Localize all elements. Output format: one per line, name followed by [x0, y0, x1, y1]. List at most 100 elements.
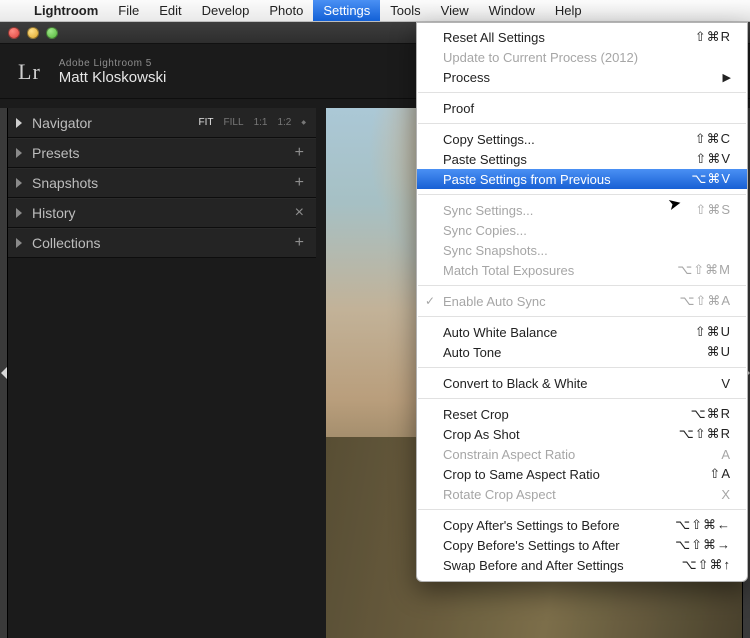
- submenu-arrow-icon: ▶: [723, 71, 731, 84]
- panel-navigator[interactable]: Navigator FITFILL1:11:2◆: [8, 108, 316, 138]
- menu-item-label: Convert to Black & White: [443, 376, 721, 391]
- menu-item-label: Copy After's Settings to Before: [443, 518, 675, 533]
- menu-item-label: Match Total Exposures: [443, 263, 677, 278]
- menu-item-swap-before-and-after-settings[interactable]: Swap Before and After Settings⌥⇧⌘↑: [417, 555, 747, 575]
- menu-item-shortcut: ⌥⇧⌘R: [679, 426, 731, 442]
- panel-action-button[interactable]: +: [293, 144, 306, 162]
- menu-item-label: Copy Settings...: [443, 132, 695, 147]
- menu-item-label: Sync Snapshots...: [443, 243, 731, 258]
- menu-item-shortcut: X: [721, 487, 731, 502]
- window-zoom-button[interactable]: [46, 27, 58, 39]
- panel-presets[interactable]: Presets+: [8, 138, 316, 168]
- menu-item-shortcut: A: [721, 447, 731, 462]
- window-traffic-lights: [8, 27, 58, 39]
- menu-item-shortcut: ⌥⌘V: [691, 171, 731, 187]
- navigator-zoom-1-2[interactable]: 1:2: [277, 117, 291, 128]
- navigator-zoom-FIT[interactable]: FIT: [199, 117, 214, 128]
- panel-collections[interactable]: Collections+: [8, 228, 316, 258]
- menu-item-label: Reset All Settings: [443, 30, 695, 45]
- menu-item-label: Swap Before and After Settings: [443, 558, 682, 573]
- menu-help[interactable]: Help: [545, 0, 592, 21]
- navigator-zoom-FILL[interactable]: FILL: [224, 117, 244, 128]
- menu-item-paste-settings-from-previous[interactable]: Paste Settings from Previous⌥⌘V: [417, 169, 747, 189]
- panel-label: Snapshots: [32, 175, 293, 191]
- menu-item-shortcut: ⌥⇧⌘↑: [682, 557, 731, 573]
- menu-edit[interactable]: Edit: [149, 0, 191, 21]
- disclosure-triangle-icon: [16, 238, 22, 248]
- left-panel-toggle[interactable]: [0, 108, 8, 638]
- panel-snapshots[interactable]: Snapshots+: [8, 168, 316, 198]
- menu-photo[interactable]: Photo: [259, 0, 313, 21]
- menu-item-match-total-exposures: Match Total Exposures⌥⇧⌘M: [417, 260, 747, 280]
- menu-separator: [418, 367, 746, 368]
- menu-item-label: Paste Settings from Previous: [443, 172, 691, 187]
- menu-item-shortcut: ⇧⌘V: [695, 151, 731, 167]
- menu-item-sync-settings: Sync Settings...⇧⌘S: [417, 200, 747, 220]
- menu-item-copy-after-s-settings-to-before[interactable]: Copy After's Settings to Before⌥⇧⌘←: [417, 515, 747, 535]
- menu-item-label: Sync Settings...: [443, 203, 695, 218]
- menu-item-label: Sync Copies...: [443, 223, 731, 238]
- disclosure-triangle-icon: [16, 148, 22, 158]
- window-close-button[interactable]: [8, 27, 20, 39]
- menu-item-auto-white-balance[interactable]: Auto White Balance⇧⌘U: [417, 322, 747, 342]
- menu-tools[interactable]: Tools: [380, 0, 430, 21]
- menu-file[interactable]: File: [108, 0, 149, 21]
- menu-item-label: Constrain Aspect Ratio: [443, 447, 721, 462]
- menu-item-label: Auto White Balance: [443, 325, 695, 340]
- menu-item-rotate-crop-aspect: Rotate Crop AspectX: [417, 484, 747, 504]
- menu-item-crop-as-shot[interactable]: Crop As Shot⌥⇧⌘R: [417, 424, 747, 444]
- menu-settings[interactable]: Settings: [313, 0, 380, 21]
- disclosure-triangle-icon: [16, 178, 22, 188]
- menu-item-shortcut: ⌘U: [707, 344, 731, 360]
- menu-item-label: Process: [443, 70, 723, 85]
- menu-item-shortcut: V: [721, 376, 731, 391]
- menu-item-label: Rotate Crop Aspect: [443, 487, 721, 502]
- mac-menubar: LightroomFileEditDevelopPhotoSettingsToo…: [0, 0, 750, 22]
- menu-item-label: Update to Current Process (2012): [443, 50, 731, 65]
- menu-item-auto-tone[interactable]: Auto Tone⌘U: [417, 342, 747, 362]
- menu-item-shortcut: ⌥⇧⌘M: [677, 262, 731, 278]
- menu-item-label: Copy Before's Settings to After: [443, 538, 675, 553]
- menu-app[interactable]: Lightroom: [24, 0, 108, 21]
- menu-item-shortcut: ⇧⌘U: [695, 324, 731, 340]
- menu-item-label: Proof: [443, 101, 731, 116]
- menu-window[interactable]: Window: [479, 0, 545, 21]
- menu-item-reset-all-settings[interactable]: Reset All Settings⇧⌘R: [417, 27, 747, 47]
- menu-item-convert-to-black-white[interactable]: Convert to Black & WhiteV: [417, 373, 747, 393]
- left-panel-group: Navigator FITFILL1:11:2◆ Presets+Snapsho…: [8, 108, 316, 258]
- menu-separator: [418, 194, 746, 195]
- panel-action-button[interactable]: +: [293, 234, 306, 252]
- menu-item-paste-settings[interactable]: Paste Settings⇧⌘V: [417, 149, 747, 169]
- menu-item-process[interactable]: Process▶: [417, 67, 747, 87]
- menu-view[interactable]: View: [431, 0, 479, 21]
- menu-item-shortcut: ⌥⇧⌘→: [675, 537, 731, 553]
- panel-history[interactable]: History×: [8, 198, 316, 228]
- window-minimize-button[interactable]: [27, 27, 39, 39]
- menu-separator: [418, 509, 746, 510]
- navigator-zoom-more-icon[interactable]: ◆: [301, 119, 306, 126]
- menu-item-constrain-aspect-ratio: Constrain Aspect RatioA: [417, 444, 747, 464]
- menu-item-copy-settings[interactable]: Copy Settings...⇧⌘C: [417, 129, 747, 149]
- menu-item-label: Crop As Shot: [443, 427, 679, 442]
- menu-item-label: Crop to Same Aspect Ratio: [443, 467, 709, 482]
- settings-menu-dropdown: Reset All Settings⇧⌘R Update to Current P…: [416, 22, 748, 582]
- menu-item-label: Paste Settings: [443, 152, 695, 167]
- menu-item-shortcut: ⌥⌘R: [691, 406, 731, 422]
- menu-separator: [418, 123, 746, 124]
- menu-develop[interactable]: Develop: [192, 0, 260, 21]
- navigator-zoom-options: FIT FILL 1:1 1:2 ◆: [199, 117, 306, 128]
- panel-label: Collections: [32, 235, 293, 251]
- panel-action-button[interactable]: +: [293, 174, 306, 192]
- menu-item-label: Enable Auto Sync: [443, 294, 679, 309]
- menu-separator: [418, 92, 746, 93]
- navigator-zoom-1-1[interactable]: 1:1: [254, 117, 268, 128]
- menu-item-copy-before-s-settings-to-after[interactable]: Copy Before's Settings to After⌥⇧⌘→: [417, 535, 747, 555]
- menu-item-reset-crop[interactable]: Reset Crop⌥⌘R: [417, 404, 747, 424]
- menu-item-proof[interactable]: Proof: [417, 98, 747, 118]
- menu-item-crop-to-same-aspect-ratio[interactable]: Crop to Same Aspect Ratio⇧A: [417, 464, 747, 484]
- profile-name: Matt Kloskowski: [59, 69, 167, 86]
- menu-item-enable-auto-sync: ✓Enable Auto Sync⌥⇧⌘A: [417, 291, 747, 311]
- product-name: Adobe Lightroom 5: [59, 58, 167, 69]
- panel-action-button[interactable]: ×: [293, 204, 306, 222]
- menu-item-sync-snapshots: Sync Snapshots...: [417, 240, 747, 260]
